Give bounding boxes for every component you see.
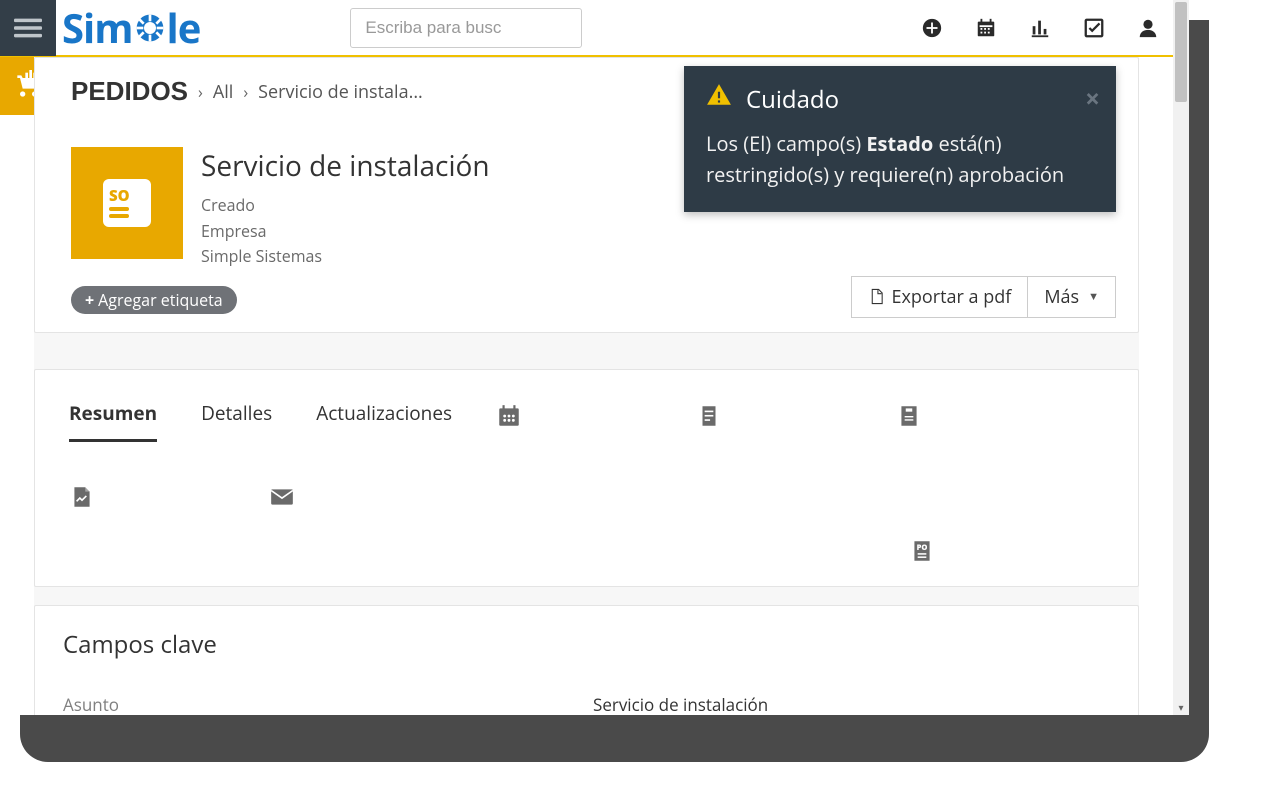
menu-toggle-button[interactable] bbox=[0, 0, 56, 56]
key-fields-title: Campos clave bbox=[63, 628, 1110, 661]
breadcrumb-sep-icon: › bbox=[243, 81, 248, 103]
bar-chart-icon bbox=[1029, 17, 1051, 39]
breadcrumb-current: Servicio de instala... bbox=[258, 80, 423, 104]
quick-create-button[interactable] bbox=[921, 17, 943, 39]
breadcrumb-sep-icon: › bbox=[198, 81, 203, 103]
scrollbar-thumb[interactable] bbox=[1175, 2, 1187, 102]
envelope-icon bbox=[269, 484, 295, 510]
app-logo: Simle bbox=[62, 0, 200, 55]
record-org-label: Empresa bbox=[201, 219, 490, 245]
logo-gear-icon bbox=[134, 12, 166, 44]
quote-doc-icon bbox=[896, 403, 922, 429]
add-tag-button[interactable]: + Agregar etiqueta bbox=[71, 286, 237, 314]
tab-actualizaciones[interactable]: Actualizaciones bbox=[316, 392, 452, 440]
tab-invoices[interactable] bbox=[69, 484, 95, 510]
scroll-down-icon[interactable]: ▾ bbox=[1173, 699, 1189, 715]
badge-code: SO bbox=[109, 189, 130, 204]
document-icon bbox=[696, 403, 722, 429]
calendar-icon bbox=[975, 17, 997, 39]
record-type-badge: SO bbox=[71, 147, 183, 259]
calendar-grid-icon bbox=[496, 403, 522, 429]
pdf-file-icon bbox=[868, 288, 885, 305]
toast-title: Cuidado bbox=[746, 83, 839, 116]
calendar-button[interactable] bbox=[975, 17, 997, 39]
tab-emails[interactable] bbox=[269, 484, 295, 510]
warning-icon bbox=[706, 82, 732, 116]
app-viewport: Simle bbox=[0, 0, 1189, 715]
toast-body: Los (El) campo(s) Estado está(n) restrin… bbox=[706, 128, 1094, 190]
invoice-icon bbox=[69, 484, 95, 510]
key-fields-card: Campos clave Asunto Servicio de instalac… bbox=[34, 605, 1139, 715]
tab-quotes[interactable] bbox=[896, 403, 922, 429]
breadcrumb-level1[interactable]: All bbox=[213, 80, 233, 104]
user-icon bbox=[1137, 17, 1159, 39]
tab-resumen[interactable]: Resumen bbox=[69, 392, 157, 440]
tab-detalles[interactable]: Detalles bbox=[201, 392, 272, 440]
plus-icon: + bbox=[85, 289, 94, 311]
hamburger-icon bbox=[14, 14, 42, 42]
field-row: Asunto Servicio de instalación bbox=[63, 681, 1110, 715]
tabs-card: Resumen Detalles Actualizaciones bbox=[34, 369, 1139, 587]
add-tag-label: Agregar etiqueta bbox=[98, 289, 223, 311]
tasks-button[interactable] bbox=[1083, 17, 1105, 39]
field-label: Asunto bbox=[63, 693, 593, 715]
top-bar: Simle bbox=[0, 0, 1189, 57]
record-status: Creado bbox=[201, 193, 490, 219]
tab-events[interactable] bbox=[496, 403, 522, 429]
caret-down-icon: ▼ bbox=[1088, 289, 1099, 304]
record-header-card: PEDIDOS › All › Servicio de instala... S… bbox=[34, 57, 1139, 333]
toast-close-button[interactable]: × bbox=[1085, 80, 1100, 116]
scrollbar[interactable]: ▾ bbox=[1173, 0, 1189, 715]
reports-button[interactable] bbox=[1029, 17, 1051, 39]
tab-purchase-orders[interactable]: PO bbox=[909, 538, 935, 564]
breadcrumb-root[interactable]: PEDIDOS bbox=[71, 76, 188, 107]
field-value: Servicio de instalación bbox=[593, 693, 768, 715]
tab-documents[interactable] bbox=[696, 403, 722, 429]
warning-toast: × Cuidado Los (El) campo(s) Estado está(… bbox=[684, 66, 1116, 212]
more-actions-button[interactable]: Más ▼ bbox=[1027, 276, 1116, 318]
svg-text:PO: PO bbox=[917, 543, 928, 553]
record-actions: Exportar a pdf Más ▼ bbox=[851, 276, 1116, 318]
checkbox-icon bbox=[1083, 17, 1105, 39]
record-title: Servicio de instalación bbox=[201, 147, 490, 185]
search-input[interactable] bbox=[365, 18, 586, 38]
export-pdf-button[interactable]: Exportar a pdf bbox=[851, 276, 1027, 318]
plus-circle-icon bbox=[921, 17, 943, 39]
record-org-name: Simple Sistemas bbox=[201, 244, 490, 270]
content-area: PEDIDOS › All › Servicio de instala... S… bbox=[34, 57, 1139, 715]
po-doc-icon: PO bbox=[909, 538, 935, 564]
global-search[interactable] bbox=[350, 8, 582, 48]
user-menu-button[interactable] bbox=[1137, 17, 1159, 39]
top-icon-bar bbox=[921, 17, 1159, 39]
